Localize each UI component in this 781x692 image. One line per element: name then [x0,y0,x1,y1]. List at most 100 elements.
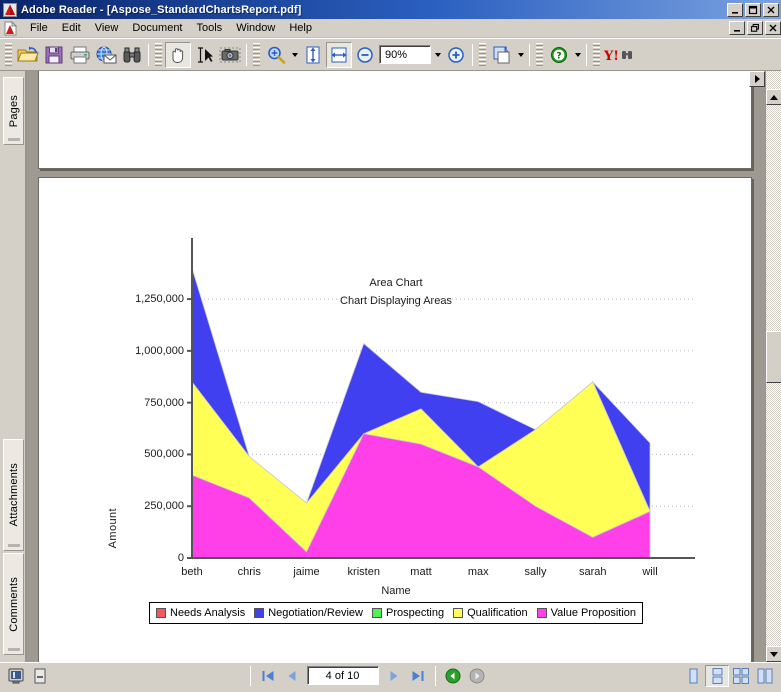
scroll-up-arrow-icon[interactable] [766,89,781,105]
document-viewport[interactable]: Area Chart Chart Displaying Areas Amount… [26,71,781,662]
navigation-tab-strip: Pages Attachments Comments [0,71,26,662]
yahoo-toolbar-grip[interactable] [593,43,600,67]
legend-item: Prospecting [372,607,444,619]
sidebar-item-comments-label: Comments [8,577,20,632]
help-question-icon[interactable]: ? [546,42,572,68]
help-dropdown-chevron-down-icon[interactable] [572,42,583,68]
menu-file[interactable]: File [23,20,55,36]
binoculars-search-icon[interactable] [119,42,145,68]
menu-help[interactable]: Help [282,20,319,36]
sidebar-item-attachments[interactable]: Attachments [3,439,24,551]
next-view-gray-icon[interactable] [465,665,489,687]
sidebar-item-comments[interactable]: Comments [3,553,24,655]
legend-item: Value Proposition [537,607,636,619]
save-floppy-icon[interactable] [41,42,67,68]
monitor-icon[interactable] [4,665,28,687]
sidebar-item-pages[interactable]: Pages [3,77,24,145]
first-page-icon[interactable] [256,665,280,687]
zoom-in-circle-icon[interactable] [443,42,469,68]
select-text-icon[interactable] [191,42,217,68]
window-bottom-edge [0,688,781,692]
menu-tools[interactable]: Tools [190,20,230,36]
vertical-scrollbar[interactable] [765,71,781,662]
single-page-icon[interactable] [28,665,52,687]
layout-facing-icon[interactable] [729,665,753,687]
last-page-icon[interactable] [406,665,430,687]
attachments-tab-grip [8,544,19,547]
menu-view[interactable]: View [88,20,126,36]
legend-swatch [254,608,264,618]
next-page-icon[interactable] [382,665,406,687]
mdi-minimize-button[interactable] [729,21,745,35]
chart-plot-area [39,178,753,662]
legend-label: Value Proposition [551,607,636,619]
legend-label: Prospecting [386,607,444,619]
toolbar-grip[interactable] [5,43,12,67]
menu-document[interactable]: Document [125,20,189,36]
email-globe-icon[interactable] [93,42,119,68]
adobe-reader-window: Adobe Reader - [Aspose_StandardChartsRep… [0,0,781,692]
menu-edit[interactable]: Edit [55,20,88,36]
pages-dropdown-chevron-down-icon[interactable] [515,42,526,68]
open-folder-icon[interactable] [15,42,41,68]
zoom-out-circle-icon[interactable] [352,42,378,68]
page-number-input[interactable]: 4 of 10 [307,666,379,685]
vertical-scroll-thumb[interactable] [766,331,781,383]
zoom-level-input[interactable]: 90% [379,45,431,64]
legend-label: Needs Analysis [170,607,245,619]
svg-text:Y!: Y! [604,49,619,63]
adobe-reader-icon [3,3,17,17]
chevron-down-icon[interactable] [289,42,300,68]
legend-label: Qualification [467,607,528,619]
legend-swatch [537,608,547,618]
previous-view-green-icon[interactable] [441,665,465,687]
layout-single-icon[interactable] [681,665,705,687]
pages-tab-grip [8,138,19,141]
pages-toolbar-grip[interactable] [479,43,486,67]
snapshot-camera-icon[interactable] [217,42,243,68]
page-copy-icon[interactable] [489,42,515,68]
help-toolbar-grip[interactable] [536,43,543,67]
scroll-down-arrow-icon[interactable] [766,646,781,662]
menu-bar: File Edit View Document Tools Window Hel… [0,19,781,38]
minimize-button[interactable] [727,3,743,17]
page-container: Area Chart Chart Displaying Areas Amount… [27,71,765,662]
yahoo-search-icon[interactable]: Y! [603,42,637,68]
legend-swatch [156,608,166,618]
window-title: Adobe Reader - [Aspose_StandardChartsRep… [21,4,301,16]
magnifier-zoom-icon[interactable] [263,42,289,68]
title-bar: Adobe Reader - [Aspose_StandardChartsRep… [0,0,781,19]
mdi-restore-button[interactable] [747,21,763,35]
svg-text:?: ? [556,51,561,61]
legend-item: Needs Analysis [156,607,245,619]
zoom-toolbar-grip[interactable] [253,43,260,67]
fit-page-width-icon[interactable] [326,42,352,68]
close-button[interactable] [763,3,779,17]
legend-item: Negotiation/Review [254,607,363,619]
print-icon[interactable] [67,42,93,68]
tools-toolbar-grip[interactable] [155,43,162,67]
pdf-page-current: Area Chart Chart Displaying Areas Amount… [38,177,752,662]
hand-tool-icon[interactable] [165,42,191,68]
zoom-level-value: 90% [385,49,407,61]
legend-swatch [372,608,382,618]
previous-page-icon[interactable] [280,665,304,687]
status-bar: 4 of 10 [0,662,781,688]
chart-legend: Needs Analysis Negotiation/Review Prospect… [149,602,643,624]
main-toolbar: 90% ? [0,38,781,71]
zoom-dropdown-chevron-down-icon[interactable] [432,42,443,68]
mdi-close-button[interactable] [765,21,781,35]
layout-continuous-facing-icon[interactable] [753,665,777,687]
page-indicator-text: 4 of 10 [326,670,360,682]
maximize-button[interactable] [745,3,761,17]
comments-tab-grip [8,648,19,651]
legend-label: Negotiation/Review [268,607,363,619]
layout-continuous-icon[interactable] [705,665,729,687]
menu-window[interactable]: Window [229,20,282,36]
document-body: Pages Attachments Comments Area Char [0,71,781,662]
pdf-document-icon [3,21,18,36]
scroll-right-arrow-icon[interactable] [749,71,765,87]
area-chart: Area Chart Chart Displaying Areas Amount… [39,178,753,662]
pdf-page-previous [38,71,752,169]
fit-page-height-icon[interactable] [300,42,326,68]
